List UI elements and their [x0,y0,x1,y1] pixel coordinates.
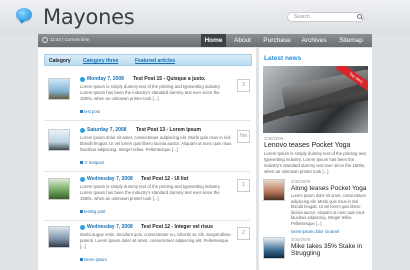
news-item: 3/30/2009 Along teases Pocket Yoga Lorem… [263,179,371,234]
site-header: ··· Mayones Search [0,0,410,34]
post-date: Saturday 7, 2008 [87,127,127,133]
tab-category[interactable]: Category [49,58,71,64]
post-item: Wednesday 7, 2008 Test Post 12 - Integer… [44,224,252,270]
post-item: Saturday 7, 2008 Test Post 13 - Lorem ip… [44,127,252,175]
calendar-icon [80,225,85,230]
post-tag-link[interactable]: 'n' testpost [84,160,104,165]
post-thumbnail[interactable] [48,129,70,151]
tag-icon [80,161,83,164]
post-tag-link[interactable]: test post [84,109,100,114]
news-thumbnail[interactable] [263,179,285,201]
post-title[interactable]: Test Post 12 - Ul list [141,176,188,182]
nav-about[interactable]: About [228,34,257,47]
tag-icon [80,110,83,113]
divider [44,171,250,172]
post-excerpt: Morbi augue enim, tincidunt quis, consec… [80,232,231,249]
post-excerpt: Lorem Ipsum is simply dummy text of the … [80,184,221,201]
post-excerpt: Lorem ipsum dolor sit amet, consectetuer… [80,135,232,152]
nav-sitemap[interactable]: Sitemap [335,34,367,47]
news-thumbnail[interactable] [263,237,285,259]
post-excerpt: Lorem Ipsum is simply dummy text of the … [80,84,221,101]
comment-count[interactable]: 1 [237,179,250,192]
nav-home[interactable]: Home [201,34,226,47]
calendar-icon [80,177,85,182]
news-title[interactable]: Lenovo teases Pocket Yoga [264,142,369,150]
divider [44,220,250,221]
clock-icon [42,37,48,43]
post-date: Wednesday 7, 2008 [87,224,133,230]
post-title[interactable]: Test Post 15 - Quisque a justo. [133,76,205,82]
news-date: 3/30/2009 [264,136,284,141]
post-date: Wednesday 7, 2008 [87,176,133,182]
featured-image[interactable]: Top story [263,66,368,133]
current-time: 11:43 | Current time [50,37,90,42]
tag-icon [80,258,83,261]
logo-icon[interactable]: ··· [16,8,32,24]
post-item: Monday 7, 2008 Test Post 15 - Quisque a … [44,76,252,124]
post-item: Wednesday 7, 2008 Test Post 12 - Ul list… [44,176,252,224]
divider [44,120,250,121]
tab-category-three[interactable]: Category three [83,58,118,64]
news-title[interactable]: Mike takes 35% Stake in Struggling [291,243,371,257]
comment-count[interactable]: 3 [237,79,250,92]
news-excerpt: Lorem ipsum dolor sit amet, consectetuer… [291,193,367,226]
news-title[interactable]: Along teases Pocket Yoga [291,185,371,192]
tab-featured-articles[interactable]: Featured articles [135,58,175,64]
site-title[interactable]: Mayones [43,5,135,29]
post-tag-link[interactable]: testing post [84,209,105,214]
nav-archives[interactable]: Archives [297,34,331,47]
post-thumbnail[interactable] [48,178,70,200]
news-date: 3/30/2009 [291,237,311,242]
post-tag-link[interactable]: lorem ipsum [84,257,107,262]
nav-purchase[interactable]: Purchase [259,34,295,47]
main-nav: 11:43 | Current time Home About Purchase… [38,34,372,47]
comment-count[interactable]: No [237,130,250,143]
news-excerpt: Lorem Ipsum is simply dummy text of the … [264,151,366,174]
calendar-icon [80,128,85,133]
sidebar: Latest news Top story 3/30/2009 Lenovo t… [259,48,372,270]
post-thumbnail[interactable] [48,226,70,248]
latest-news-title: Latest news [264,55,302,62]
news-date: 3/30/2009 [291,179,311,184]
comment-count[interactable]: 2 [237,227,250,240]
post-title[interactable]: Test Post 12 - Integer vel risus [141,224,213,230]
search-input[interactable]: Search [287,12,364,22]
news-item: 3/30/2009 Mike takes 35% Stake in Strugg… [263,237,369,270]
post-title[interactable]: Test Post 13 - Lorem ipsum [136,127,201,133]
news-more-link[interactable]: lorem ipsum dolor sit amet [291,229,339,234]
calendar-icon [80,77,85,82]
search-icon[interactable] [357,14,362,19]
category-tabs: Category Category three Featured article… [44,54,252,66]
post-date: Monday 7, 2008 [87,76,124,82]
tag-icon [80,210,83,213]
post-thumbnail[interactable] [48,78,70,100]
main-content: Category Category three Featured article… [38,48,256,270]
